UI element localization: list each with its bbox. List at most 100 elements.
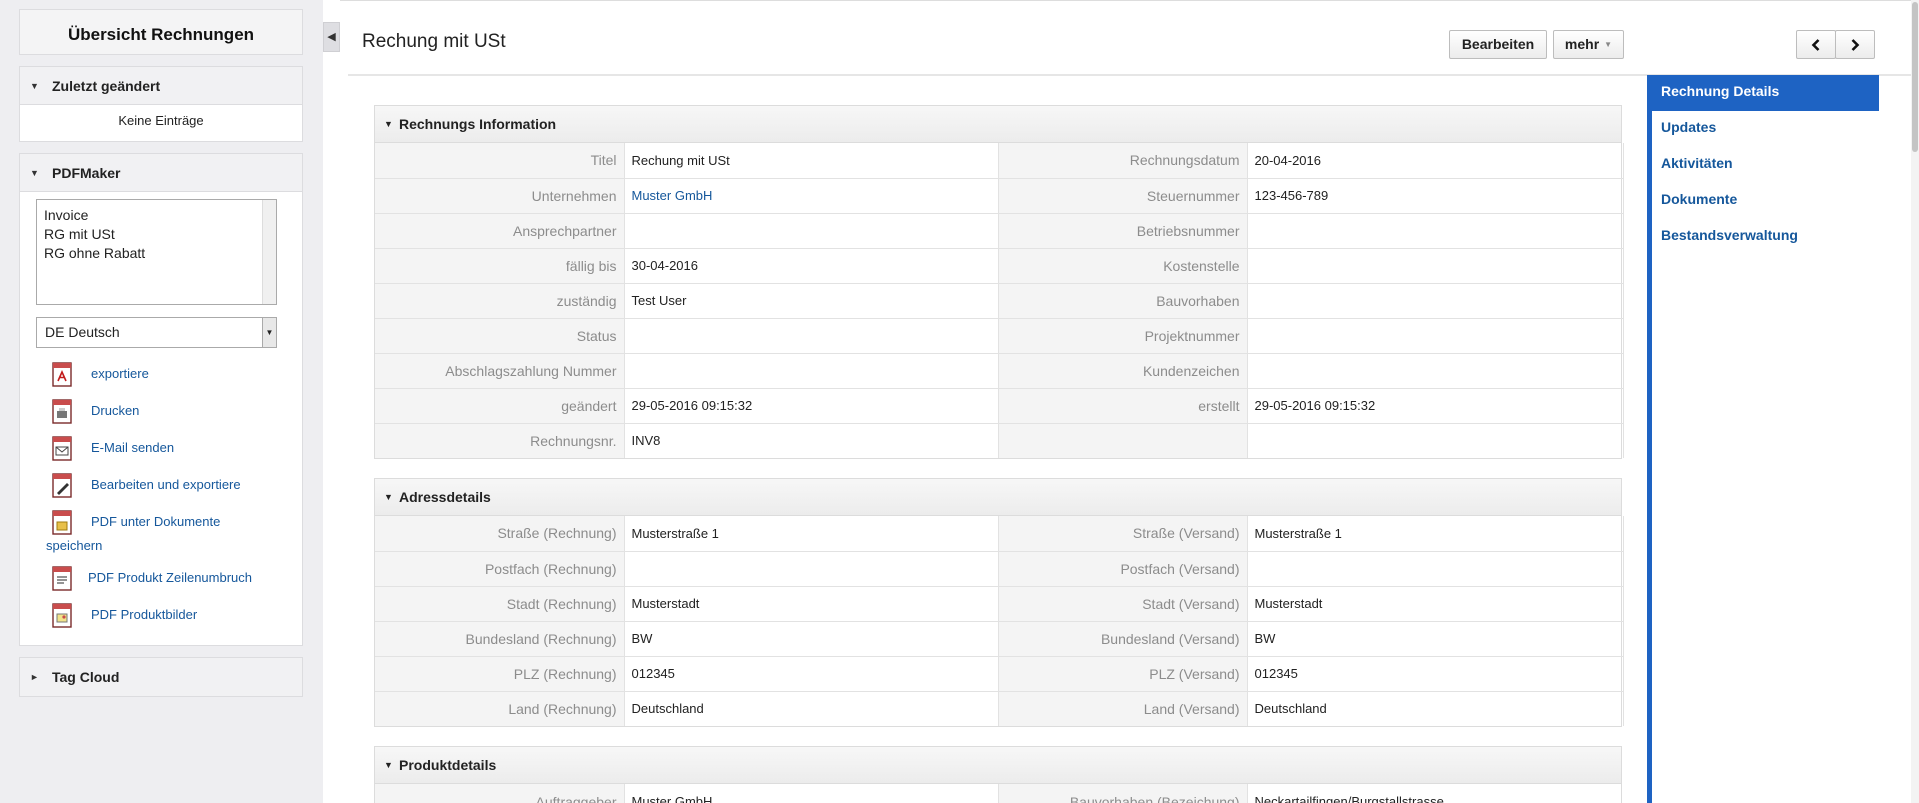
edit-button[interactable]: Bearbeiten [1449, 30, 1547, 59]
field-label: Kundenzeichen [998, 353, 1247, 389]
field-label: Titel [375, 143, 624, 179]
tagcloud-panel-header[interactable]: ► Tag Cloud [20, 658, 302, 696]
block-header[interactable]: ▼ Adressdetails [375, 479, 1621, 516]
triangle-down-icon: ▼ [384, 492, 393, 502]
template-listbox[interactable]: Invoice RG mit USt RG ohne Rabatt [36, 199, 277, 305]
field-label: Kostenstelle [998, 248, 1247, 284]
print-pdf-label[interactable]: Drucken [91, 403, 139, 418]
field-label: PLZ (Rechnung) [375, 656, 624, 692]
table-row: Unternehmen Muster GmbH Steuernummer 123-45… [375, 178, 1624, 214]
field-label: zuständig [375, 283, 624, 319]
page-title: Rechung mit USt [362, 31, 506, 52]
field-value [1246, 353, 1624, 389]
chevron-left-icon [1811, 39, 1820, 51]
table-row: Straße (Rechnung) Musterstraße 1 Straße (V… [375, 516, 1624, 552]
table-row: Stadt (Rechnung) Musterstadt Stadt (Versan… [375, 586, 1624, 622]
sidebar-title: Übersicht Rechnungen [19, 9, 303, 55]
field-value: Musterstraße 1 [1246, 516, 1624, 552]
table-row: zuständig Test User Bauvorhaben [375, 283, 1624, 319]
field-value [1246, 423, 1624, 458]
block-header[interactable]: ▼ Rechnungs Information [375, 106, 1621, 143]
table-row: fällig bis 30-04-2016 Kostenstelle [375, 248, 1624, 284]
previous-record-button[interactable] [1796, 30, 1836, 59]
field-value: Musterstadt [623, 586, 999, 622]
field-value [623, 318, 999, 354]
pdf-line-break-label[interactable]: PDF Produkt Zeilenumbruch [88, 570, 252, 585]
recent-panel-header[interactable]: ▼ Zuletzt geändert [20, 67, 302, 105]
nav-item-invoice-details[interactable]: Rechnung Details [1647, 75, 1879, 111]
collapse-sidebar-button[interactable]: ◀ [323, 22, 340, 52]
field-value: 29-05-2016 09:15:32 [623, 388, 999, 424]
field-value: 123-456-789 [1246, 178, 1624, 214]
nav-item-updates[interactable]: Updates [1647, 111, 1879, 147]
more-button[interactable]: mehr ▼ [1553, 30, 1624, 59]
pdf-product-images-label[interactable]: PDF Produktbilder [91, 607, 197, 622]
field-label: Bundesland (Rechnung) [375, 621, 624, 657]
edit-export-pdf-label[interactable]: Bearbeiten und exportiere [91, 477, 241, 492]
field-value [623, 551, 999, 587]
field-label: Betriebsnummer [998, 213, 1247, 249]
template-option[interactable]: Invoice [44, 206, 269, 225]
field-label: Unternehmen [375, 178, 624, 214]
table-row: Postfach (Rechnung) Postfach (Versand) [375, 551, 1624, 587]
field-value: Neckartailfingen/Burgstallstrasse [1246, 784, 1621, 803]
record-nav: Rechnung Details Updates Aktivitäten Dok… [1647, 75, 1879, 255]
field-value: Rechung mit USt [623, 143, 999, 179]
caret-down-icon: ▼ [1604, 40, 1613, 49]
scrollbar-thumb[interactable] [1912, 2, 1918, 152]
field-value [1246, 248, 1624, 284]
language-select[interactable]: DE Deutsch ▼ [36, 317, 277, 348]
field-label: Steuernummer [998, 178, 1247, 214]
field-label: Postfach (Versand) [998, 551, 1247, 587]
template-option[interactable]: RG ohne Rabatt [44, 244, 269, 263]
field-value: Deutschland [623, 691, 999, 726]
nav-item-activities[interactable]: Aktivitäten [1647, 147, 1879, 183]
field-label: Bauvorhaben [998, 283, 1247, 319]
field-label: Rechnungsnr. [375, 423, 624, 458]
company-link[interactable]: Muster GmbH [632, 188, 713, 203]
field-value: BW [1246, 621, 1624, 657]
field-label: Abschlagszahlung Nummer [375, 353, 624, 389]
email-pdf-label[interactable]: E-Mail senden [91, 440, 174, 455]
table-row: Rechnungsnr. INV8 [375, 423, 1624, 458]
nav-item-inventory[interactable]: Bestandsverwaltung [1647, 219, 1879, 255]
field-value [1246, 213, 1624, 249]
field-label: Land (Rechnung) [375, 691, 624, 726]
export-pdf-label[interactable]: exportiere [91, 366, 149, 381]
page-scrollbar[interactable] [1911, 0, 1919, 803]
table-row: Auftraggeber Muster GmbH Bauvorhaben (Beze… [375, 784, 1621, 803]
field-value: Muster GmbH [623, 178, 999, 214]
triangle-down-icon: ▼ [30, 81, 39, 91]
next-record-button[interactable] [1835, 30, 1875, 59]
pdfmaker-panel-header[interactable]: ▼ PDFMaker [20, 154, 302, 192]
field-value [1246, 283, 1624, 319]
field-value: BW [623, 621, 999, 657]
save-pdf-documents-link[interactable]: PDF unter Dokumente speichern [20, 510, 304, 556]
save-pdf-documents-label-cont[interactable]: speichern [46, 538, 102, 553]
template-option[interactable]: RG mit USt [44, 225, 269, 244]
block-title: Adressdetails [399, 489, 491, 505]
field-value: 30-04-2016 [623, 248, 999, 284]
field-value: 20-04-2016 [1246, 143, 1624, 179]
field-label: Status [375, 318, 624, 354]
table-row: Status Projektnummer [375, 318, 1624, 354]
block-header[interactable]: ▼ Produktdetails [375, 747, 1621, 784]
listbox-scrollbar[interactable] [262, 200, 276, 304]
save-pdf-documents-label[interactable]: PDF unter Dokumente [91, 514, 220, 529]
field-value [623, 353, 999, 389]
triangle-down-icon: ▼ [30, 168, 39, 178]
field-label [998, 423, 1247, 458]
table-row: Bundesland (Rechnung) BW Bundesland (Versa… [375, 621, 1624, 657]
field-value: Muster GmbH [623, 784, 999, 803]
pdfmaker-panel-title: PDFMaker [52, 165, 121, 181]
more-button-label: mehr [1564, 36, 1600, 52]
table-row: geändert 29-05-2016 09:15:32 erstellt 29-05… [375, 388, 1624, 424]
address-details-block: ▼ Adressdetails Straße (Rechnung) Musters… [374, 478, 1624, 727]
field-value: Musterstraße 1 [623, 516, 999, 552]
recent-panel: ▼ Zuletzt geändert Keine Einträge [19, 66, 303, 142]
field-label: Projektnummer [998, 318, 1247, 354]
nav-item-documents[interactable]: Dokumente [1647, 183, 1879, 219]
field-value [1246, 318, 1624, 354]
pdf-print-icon [50, 399, 74, 425]
field-value: Deutschland [1246, 691, 1624, 726]
